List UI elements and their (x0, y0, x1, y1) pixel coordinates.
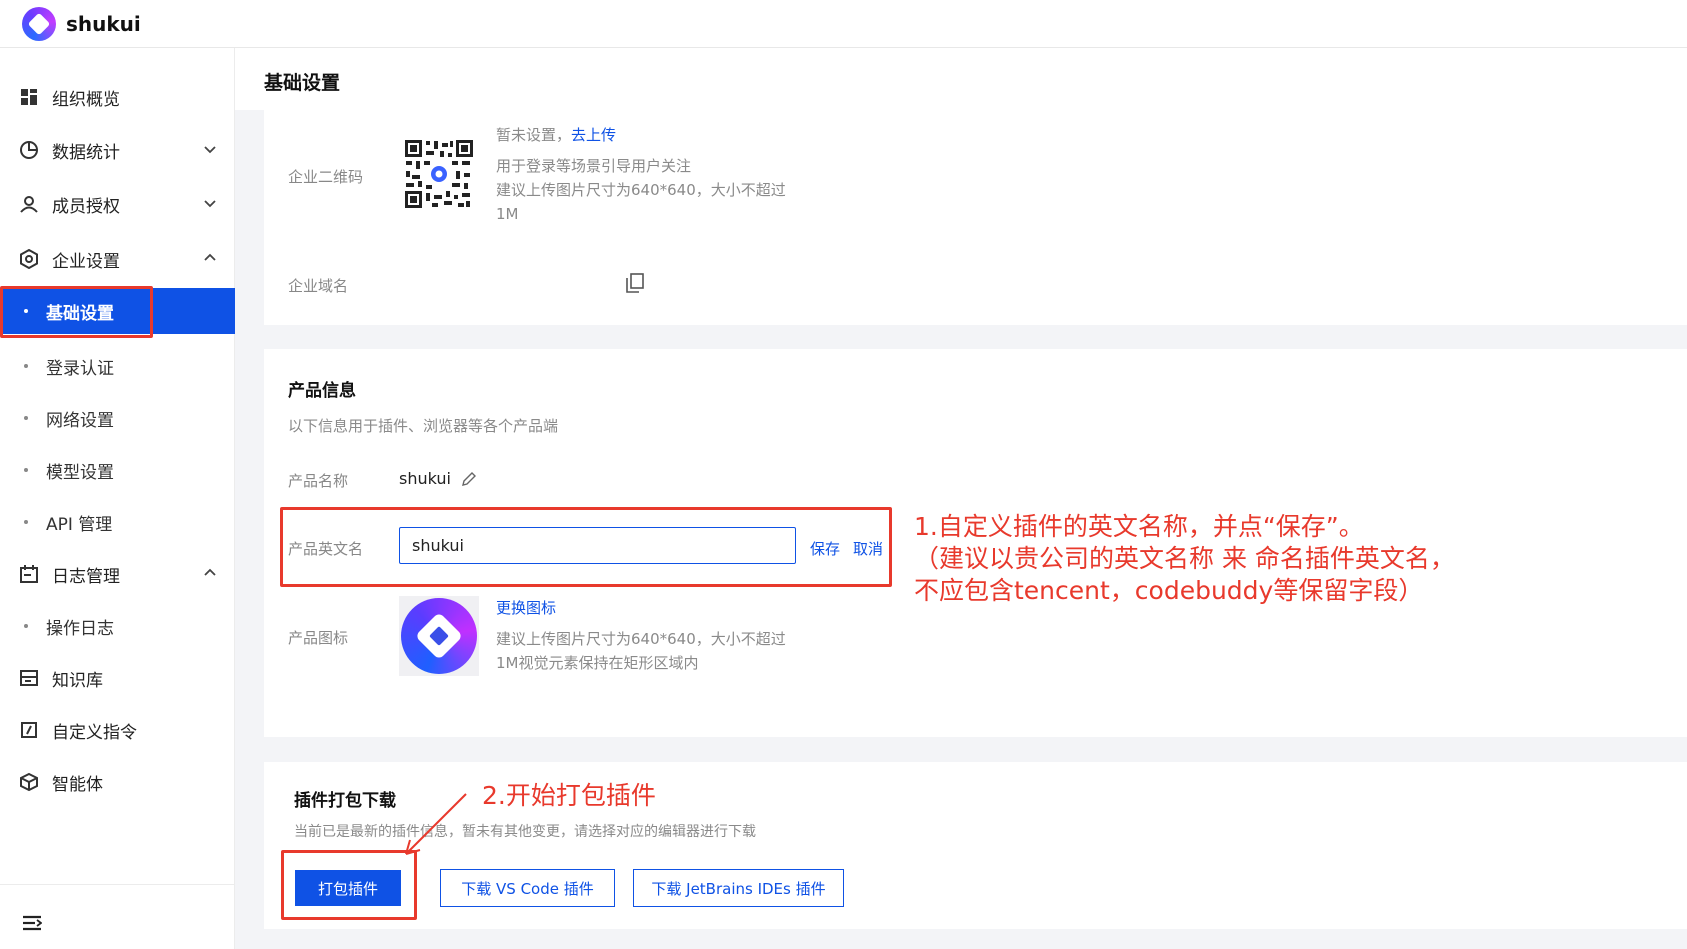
sidebar: 组织概览 数据统计 成员授权 企业设置 基础设置 登录认证 网络设置 模型设置 … (0, 48, 235, 949)
bullet-dot (24, 416, 28, 420)
knowledge-base-icon (18, 667, 40, 689)
sidebar-item-label: 组织概览 (52, 89, 120, 110)
basic-info-card (264, 110, 1687, 325)
product-icon-label: 产品图标 (288, 629, 349, 647)
cube-icon (18, 771, 40, 793)
sidebar-subitem-operation-log[interactable]: 操作日志 (0, 603, 235, 649)
product-name-value: shukui (399, 469, 451, 488)
chevron-up-icon[interactable] (201, 249, 219, 267)
sidebar-subitem-label: API 管理 (46, 514, 113, 535)
sidebar-item-enterprise-settings[interactable]: 企业设置 (0, 237, 235, 281)
change-icon-link[interactable]: 更换图标 (496, 596, 556, 620)
sidebar-footer (0, 884, 235, 949)
sidebar-subitem-model[interactable]: 模型设置 (0, 447, 235, 493)
sidebar-item-overview[interactable]: 组织概览 (0, 75, 235, 119)
collapse-menu-icon[interactable] (22, 915, 42, 931)
qr-status-text: 暂未设置， (496, 126, 572, 144)
annotation-box-pack-button (281, 850, 417, 920)
bullet-dot (24, 468, 28, 472)
sidebar-item-label: 成员授权 (52, 196, 120, 217)
plugin-package-subtitle: 当前已是最新的插件信息，暂未有其他变更，请选择对应的编辑器进行下载 (294, 824, 756, 840)
plugin-package-title: 插件打包下载 (294, 791, 396, 811)
settings-icon (18, 248, 40, 270)
sidebar-item-label: 智能体 (52, 774, 103, 795)
icon-hint-line-2: 1M视觉元素保持在矩形区域内 (496, 654, 699, 672)
sidebar-item-custom-command[interactable]: 自定义指令 (0, 708, 235, 752)
qr-hint-line-1: 用于登录等场景引导用户关注 (496, 157, 692, 175)
user-icon (18, 193, 40, 215)
sidebar-subitem-api[interactable]: API 管理 (0, 499, 235, 545)
sidebar-item-data-stats[interactable]: 数据统计 (0, 128, 235, 172)
icon-hint-line-1: 建议上传图片尺寸为640*640，大小不超过 (496, 630, 786, 648)
sidebar-subitem-network[interactable]: 网络设置 (0, 395, 235, 441)
product-icon-preview[interactable] (399, 596, 479, 676)
sidebar-subitem-label: 登录认证 (46, 358, 114, 379)
sidebar-item-agent[interactable]: 智能体 (0, 760, 235, 804)
qr-status: 暂未设置，去上传 (496, 123, 616, 147)
product-logo-icon (401, 598, 477, 674)
chevron-down-icon[interactable] (201, 194, 219, 212)
sidebar-item-knowledge-base[interactable]: 知识库 (0, 656, 235, 700)
pie-chart-icon (18, 139, 40, 161)
grid-icon (18, 86, 40, 108)
bullet-dot (24, 520, 28, 524)
bullet-dot (24, 624, 28, 628)
edit-pencil-icon[interactable] (461, 471, 477, 487)
sidebar-item-label: 知识库 (52, 670, 103, 691)
qr-label: 企业二维码 (288, 168, 364, 186)
sidebar-subitem-login-auth[interactable]: 登录认证 (0, 343, 235, 389)
logo-icon (22, 6, 56, 41)
annotation-step1-line3: 不应包含tencent，codebuddy等保留字段） (914, 576, 1424, 605)
download-jetbrains-button[interactable]: 下载 JetBrains IDEs 插件 (633, 869, 844, 907)
bullet-dot (24, 364, 28, 368)
page-title: 基础设置 (264, 72, 341, 94)
annotation-arrow-icon (405, 793, 467, 855)
qr-upload-link[interactable]: 去上传 (571, 126, 616, 144)
top-header: shukui (0, 0, 1687, 48)
app-name: shukui (66, 11, 141, 36)
sidebar-subitem-label: 操作日志 (46, 618, 114, 639)
annotation-box-english-name (280, 507, 892, 587)
product-info-title: 产品信息 (288, 381, 356, 401)
sidebar-subitem-label: 网络设置 (46, 410, 114, 431)
sidebar-item-label: 数据统计 (52, 142, 120, 163)
log-calendar-icon (18, 563, 40, 585)
product-info-subtitle: 以下信息用于插件、浏览器等各个产品端 (288, 417, 559, 435)
sidebar-item-label: 企业设置 (52, 251, 120, 272)
download-vscode-button[interactable]: 下载 VS Code 插件 (440, 869, 615, 907)
sidebar-item-label: 日志管理 (52, 566, 120, 587)
chevron-down-icon[interactable] (201, 140, 219, 158)
chevron-up-icon[interactable] (201, 564, 219, 582)
qr-hint-line-2: 建议上传图片尺寸为640*640，大小不超过 (496, 181, 786, 199)
product-name-label: 产品名称 (288, 472, 349, 490)
sidebar-subitem-label: 模型设置 (46, 462, 114, 483)
annotation-step1-line1: 1.自定义插件的英文名称，并点“保存”。 (914, 512, 1364, 541)
copy-icon[interactable] (626, 273, 644, 293)
annotation-step2: 2.开始打包插件 (482, 781, 656, 810)
qr-hint-line-3: 1M (496, 205, 519, 223)
qr-code-image[interactable] (404, 139, 474, 209)
custom-command-icon (18, 719, 40, 741)
page-title-bar (235, 48, 1687, 110)
domain-label: 企业域名 (288, 277, 349, 295)
sidebar-item-label: 自定义指令 (52, 722, 137, 743)
sidebar-item-members[interactable]: 成员授权 (0, 182, 235, 226)
annotation-box-sidebar (0, 286, 153, 338)
annotation-step1-line2: （建议以贵公司的英文名称 来 命名插件英文名， (914, 544, 1455, 573)
sidebar-item-log-management[interactable]: 日志管理 (0, 552, 235, 596)
